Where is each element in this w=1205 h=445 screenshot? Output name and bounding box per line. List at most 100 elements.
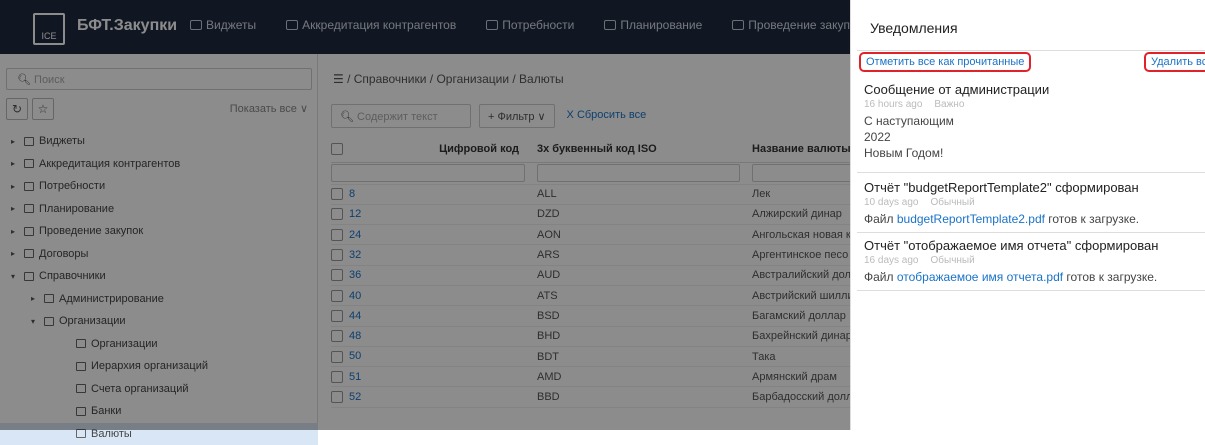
mark-all-read-button[interactable]: Отметить все как прочитанные — [859, 52, 1031, 72]
table-row[interactable]: 24AONАнгольская новая кв — [331, 225, 861, 245]
iso-code-cell: ALL — [531, 184, 746, 204]
currency-code-link[interactable]: 52 — [343, 391, 361, 403]
iso-filter-input[interactable] — [537, 164, 740, 182]
currency-code-link[interactable]: 8 — [343, 188, 355, 200]
sidebar-item[interactable]: ▸ Потребности — [0, 175, 318, 198]
table-row[interactable]: 8ALLЛек — [331, 184, 861, 204]
expand-arrow-icon[interactable]: ▸ — [8, 204, 18, 213]
notification-item[interactable]: Сообщение от администрации 16 hours agoВ… — [864, 82, 1049, 161]
table-row[interactable]: 32ARSАргентинское песо — [331, 245, 861, 265]
notification-body-line: С наступающим — [864, 113, 1049, 129]
row-checkbox[interactable] — [331, 249, 343, 261]
star-icon[interactable]: ☆ — [32, 98, 54, 120]
breadcrumb[interactable]: ☰ / Справочники / Организации / Валюты — [333, 72, 564, 86]
delete-all-button[interactable]: Удалить все — [1144, 52, 1205, 72]
currency-name-cell: Барбадосский долл — [746, 387, 861, 407]
expand-arrow-icon[interactable]: ▾ — [8, 272, 18, 281]
notification-item[interactable]: Отчёт "отображаемое имя отчета" сформиро… — [864, 238, 1158, 285]
nav-item-procurement[interactable]: Проведение закупок — [732, 18, 862, 32]
brand-name[interactable]: БФТ.Закупки — [77, 17, 177, 35]
table-row[interactable]: 52BBDБарбадосский долл — [331, 387, 861, 407]
menu-item-icon — [24, 137, 34, 146]
row-checkbox[interactable] — [331, 290, 343, 302]
sidebar: 🔍︎ Поиск ↻ ☆ Показать все ∨ ▸Виджеты▸Акк… — [0, 54, 318, 430]
sidebar-item[interactable]: ▸Аккредитация контрагентов — [0, 153, 318, 176]
currency-name-cell: Аргентинское песо — [746, 245, 861, 265]
currency-code-link[interactable]: 44 — [343, 310, 361, 322]
expand-arrow-icon[interactable]: ▸ — [8, 182, 18, 191]
currency-code-link[interactable]: 12 — [343, 208, 361, 220]
row-checkbox[interactable] — [331, 229, 343, 241]
sidebar-item-label: Потребности — [39, 180, 105, 192]
expand-arrow-icon[interactable]: ▸ — [8, 249, 18, 258]
currency-code-link[interactable]: 40 — [343, 290, 361, 302]
currency-code-link[interactable]: 50 — [343, 350, 361, 362]
sidebar-item[interactable]: ▸Виджеты — [0, 130, 318, 153]
expand-arrow-icon[interactable]: ▸ — [8, 137, 18, 146]
row-checkbox[interactable] — [331, 188, 343, 200]
row-checkbox[interactable] — [331, 371, 343, 383]
notification-time: 16 hours ago — [864, 99, 922, 110]
notification-item[interactable]: Отчёт "budgetReportTemplate2" сформирова… — [864, 180, 1139, 227]
app-logo[interactable]: ICE — [33, 13, 65, 45]
expand-arrow-icon[interactable]: ▸ — [28, 294, 38, 303]
currency-code-link[interactable]: 51 — [343, 371, 361, 383]
row-checkbox[interactable] — [331, 310, 343, 322]
table-row[interactable]: 48BHDБахрейнский динар — [331, 326, 861, 346]
nav-item-widgets[interactable]: Виджеты — [190, 18, 256, 32]
menu-item-icon — [76, 362, 86, 371]
sidebar-item[interactable]: ▸Проведение закупок — [0, 220, 318, 243]
iso-code-cell: BHD — [531, 326, 746, 346]
widget-icon — [190, 20, 202, 30]
sidebar-item[interactable]: Счета организаций — [0, 378, 318, 401]
menu-item-icon — [24, 204, 34, 213]
sidebar-item[interactable]: Валюты — [0, 423, 318, 445]
sidebar-search-input[interactable]: 🔍︎ Поиск — [6, 68, 312, 90]
row-checkbox[interactable] — [331, 330, 343, 342]
column-header-iso[interactable]: 3х буквенный код ISO — [531, 136, 746, 162]
add-filter-button[interactable]: + Фильтр ∨ — [479, 104, 555, 128]
column-header-code[interactable]: Цифровой код — [361, 136, 531, 162]
column-header-name[interactable]: Название валюты — [746, 136, 861, 162]
text-filter-input[interactable]: 🔍︎ Содержит текст — [331, 104, 471, 128]
currency-code-link[interactable]: 36 — [343, 269, 361, 281]
sidebar-item[interactable]: ▸Договоры — [0, 243, 318, 266]
show-all-toggle[interactable]: Показать все ∨ — [230, 102, 308, 115]
sidebar-item[interactable]: Банки — [0, 400, 318, 423]
nav-item-planning[interactable]: Планирование — [604, 18, 702, 32]
iso-code-cell: BDT — [531, 346, 746, 366]
sidebar-item[interactable]: ▾Организации — [0, 310, 318, 333]
currency-code-link[interactable]: 48 — [343, 330, 361, 342]
row-checkbox[interactable] — [331, 391, 343, 403]
currency-code-link[interactable]: 32 — [343, 249, 361, 261]
menu-item-icon — [76, 429, 86, 438]
select-all-checkbox[interactable] — [331, 143, 343, 155]
sidebar-item[interactable]: Организации — [0, 333, 318, 356]
expand-arrow-icon[interactable]: ▸ — [8, 159, 18, 168]
row-checkbox[interactable] — [331, 351, 343, 363]
sidebar-item[interactable]: ▸Администрирование — [0, 288, 318, 311]
report-file-link[interactable]: отображаемое имя отчета.pdf — [897, 270, 1063, 284]
table-row[interactable]: 36AUDАвстралийский долл — [331, 265, 861, 285]
sidebar-item[interactable]: ▾Справочники — [0, 265, 318, 288]
table-row[interactable]: 12DZDАлжирский динар — [331, 204, 861, 224]
refresh-icon[interactable]: ↻ — [6, 98, 28, 120]
needs-icon — [486, 20, 498, 30]
expand-arrow-icon[interactable]: ▸ — [8, 227, 18, 236]
reset-filters-link[interactable]: X Сбросить все — [563, 104, 651, 130]
nav-item-accreditation[interactable]: Аккредитация контрагентов — [286, 18, 456, 32]
name-filter-input[interactable] — [752, 164, 861, 182]
report-file-link[interactable]: budgetReportTemplate2.pdf — [897, 212, 1045, 226]
table-row[interactable]: 50BDTТака — [331, 346, 861, 366]
expand-arrow-icon[interactable]: ▾ — [28, 317, 38, 326]
row-checkbox[interactable] — [331, 269, 343, 281]
sidebar-item[interactable]: ▸Планирование — [0, 198, 318, 221]
table-row[interactable]: 40ATSАвстрийский шилли — [331, 285, 861, 305]
sidebar-item[interactable]: Иерархия организаций — [0, 355, 318, 378]
table-row[interactable]: 44BSDБагамский доллар — [331, 306, 861, 326]
table-row[interactable]: 51AMDАрмянский драм — [331, 367, 861, 387]
currency-code-link[interactable]: 24 — [343, 229, 361, 241]
row-checkbox[interactable] — [331, 208, 343, 220]
nav-item-needs[interactable]: Потребности — [486, 18, 574, 32]
code-filter-input[interactable] — [331, 164, 525, 182]
